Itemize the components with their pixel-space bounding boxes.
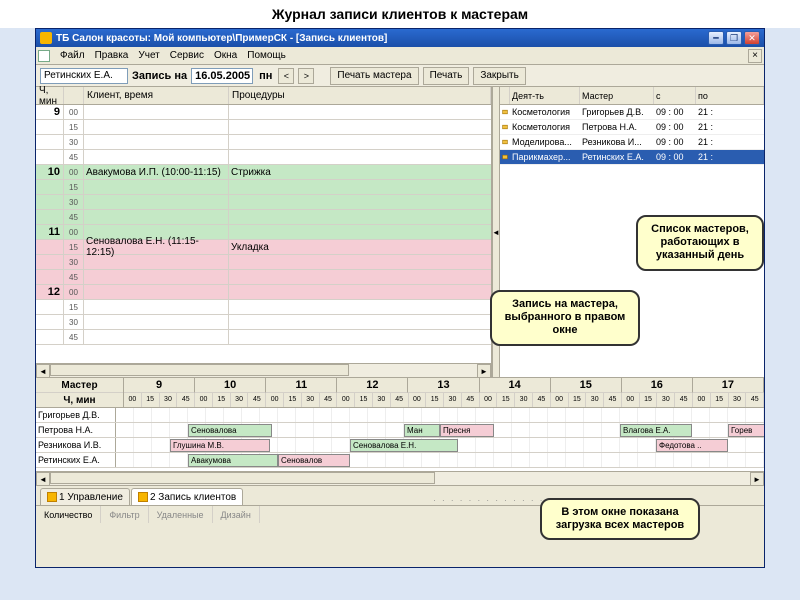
appointment-bar[interactable]: Сеновалова	[188, 424, 272, 437]
tab-icon	[138, 492, 148, 502]
schedule-slot[interactable]: 15	[36, 300, 491, 315]
col-from: с	[654, 87, 696, 104]
col-hour: Ч, мин	[36, 87, 64, 104]
master-row[interactable]: КосметологияГригорьев Д.В.09 : 0021 :	[500, 105, 764, 120]
col-activity: Деят-ть	[510, 87, 580, 104]
date-field[interactable]: 16.05.2005	[191, 68, 253, 84]
schedule-grid[interactable]: 9001530451000Авакумова И.П. (10:00-11:15…	[36, 105, 491, 363]
callout-schedule: Запись на мастера, выбранного в правом о…	[490, 290, 640, 346]
menubar: Файл Правка Учет Сервис Окна Помощь ×	[36, 47, 764, 65]
mdi-close-button[interactable]: ×	[748, 49, 762, 63]
callout-masters: Список мастеров, работающих в указанный …	[636, 215, 764, 271]
maximize-button[interactable]: ❐	[726, 31, 742, 45]
master-row[interactable]: Парикмахер...Ретинских Е.А.09 : 0021 :	[500, 150, 764, 165]
timeline-body[interactable]: Григорьев Д.В.Петрова Н.А.СеноваловаМанП…	[36, 408, 764, 471]
weekday-label: пн	[257, 70, 274, 82]
col-min	[64, 87, 84, 104]
schedule-slot[interactable]: 15	[36, 120, 491, 135]
schedule-slot[interactable]: 15	[36, 180, 491, 195]
schedule-slot[interactable]: 1000Авакумова И.П. (10:00-11:15)Стрижка	[36, 165, 491, 180]
menu-service[interactable]: Сервис	[170, 50, 204, 61]
col-icon	[500, 87, 510, 104]
close-form-button[interactable]: Закрыть	[473, 67, 526, 85]
col-to: по	[696, 87, 764, 104]
master-row[interactable]: Моделирова...Резникова И...09 : 0021 :	[500, 135, 764, 150]
print-master-button[interactable]: Печать мастера	[330, 67, 418, 85]
timeline-row[interactable]: Ретинских Е.А.АвакумоваСеновалов	[36, 453, 764, 468]
appointment-bar[interactable]: Ман	[404, 424, 440, 437]
timeline-row[interactable]: Резникова И.В.Глушина М.В.Сеновалова Е.Н…	[36, 438, 764, 453]
scroll-left-icon[interactable]: ◄	[36, 364, 50, 378]
tab-records[interactable]: 2 Запись клиентов	[131, 488, 243, 505]
schedule-slot[interactable]: 30	[36, 315, 491, 330]
appointment-bar[interactable]: Авакумова	[188, 454, 278, 467]
doc-icon	[38, 50, 50, 62]
appointment-bar[interactable]: Пресня	[440, 424, 494, 437]
schedule-slot[interactable]: 900	[36, 105, 491, 120]
appointment-bar[interactable]: Глушина М.В.	[170, 439, 270, 452]
status-design[interactable]: Дизайн	[213, 506, 260, 523]
menu-edit[interactable]: Правка	[95, 50, 129, 61]
master-row[interactable]: КосметологияПетрова Н.А.09 : 0021 :	[500, 120, 764, 135]
schedule-slot[interactable]: 45	[36, 330, 491, 345]
prev-day-button[interactable]: <	[278, 68, 294, 84]
appointment-bar[interactable]: Сеновалова Е.Н.	[350, 439, 458, 452]
timeline-pane: Мастер Ч, мин 91011121314151617001530450…	[36, 377, 764, 485]
timeline-master-label: Мастер	[36, 378, 123, 393]
page-heading: Журнал записи клиентов к мастерам	[0, 0, 800, 28]
col-client: Клиент, время	[84, 87, 229, 104]
label-record-on: Запись на	[132, 70, 187, 82]
col-proc: Процедуры	[229, 87, 491, 104]
status-filter[interactable]: Фильтр	[101, 506, 148, 523]
appointment-bar[interactable]: Горев	[728, 424, 764, 437]
menu-help[interactable]: Помощь	[247, 50, 286, 61]
app-icon	[40, 32, 52, 44]
minimize-button[interactable]: ━	[708, 31, 724, 45]
schedule-slot[interactable]: 45	[36, 210, 491, 225]
callout-timeline: В этом окне показана загрузка всех масте…	[540, 498, 700, 540]
menu-windows[interactable]: Окна	[214, 50, 237, 61]
toolbar: Ретинских Е.А. Запись на 16.05.2005 пн <…	[36, 65, 764, 87]
schedule-slot[interactable]: 1200	[36, 285, 491, 300]
menu-accounting[interactable]: Учет	[138, 50, 159, 61]
status-deleted[interactable]: Удаленные	[149, 506, 213, 523]
col-master: Мастер	[580, 87, 654, 104]
scroll-left-icon[interactable]: ◄	[36, 472, 50, 486]
scroll-right-icon[interactable]: ►	[750, 472, 764, 486]
schedule-slot[interactable]: 15Сеновалова Е.Н. (11:15-12:15)Укладка	[36, 240, 491, 255]
schedule-slot[interactable]: 30	[36, 135, 491, 150]
appointment-bar[interactable]: Влагова Е.А.	[620, 424, 692, 437]
master-selector[interactable]: Ретинских Е.А.	[40, 68, 128, 84]
menu-file[interactable]: Файл	[60, 50, 85, 61]
schedule-pane: Ч, мин Клиент, время Процедуры 900153045…	[36, 87, 492, 377]
timeline-hscroll[interactable]: ◄ ►	[36, 471, 764, 485]
titlebar: ТБ Салон красоты: Мой компьютер\ПримерСК…	[36, 29, 764, 47]
tab-management[interactable]: 1 Управление	[40, 488, 130, 505]
timeline-row[interactable]: Петрова Н.А.СеноваловаМанПресняВлагова Е…	[36, 423, 764, 438]
scroll-right-icon[interactable]: ►	[477, 364, 491, 378]
schedule-slot[interactable]: 30	[36, 195, 491, 210]
timeline-time-label: Ч, мин	[36, 393, 123, 407]
next-day-button[interactable]: >	[298, 68, 314, 84]
timeline-row[interactable]: Григорьев Д.В.	[36, 408, 764, 423]
status-count[interactable]: Количество	[36, 506, 101, 523]
schedule-slot[interactable]: 30	[36, 255, 491, 270]
schedule-hscroll[interactable]: ◄ ►	[36, 363, 491, 377]
print-button[interactable]: Печать	[423, 67, 470, 85]
main-window: ТБ Салон красоты: Мой компьютер\ПримерСК…	[35, 28, 765, 568]
schedule-slot[interactable]: 45	[36, 150, 491, 165]
appointment-bar[interactable]: Федотова ..	[656, 439, 728, 452]
schedule-slot[interactable]: 45	[36, 270, 491, 285]
tab-icon	[47, 492, 57, 502]
appointment-bar[interactable]: Сеновалов	[278, 454, 350, 467]
close-button[interactable]: ✕	[744, 31, 760, 45]
window-title: ТБ Салон красоты: Мой компьютер\ПримерСК…	[56, 33, 708, 44]
timeline-header: 9101112131415161700153045001530450015304…	[124, 378, 764, 407]
